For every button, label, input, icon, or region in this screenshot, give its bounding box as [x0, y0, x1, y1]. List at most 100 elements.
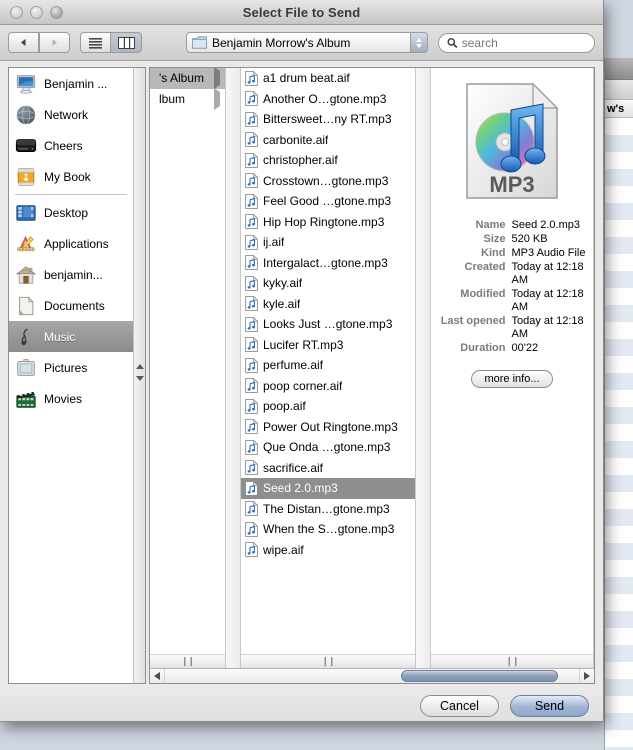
- list-item[interactable]: Intergalact…gtone.mp3: [241, 253, 415, 274]
- audio-file-icon: [245, 255, 258, 271]
- column-3-resize-handle[interactable]: ❙❙: [241, 654, 415, 668]
- list-item[interactable]: Crosstown…gtone.mp3: [241, 171, 415, 192]
- list-item[interactable]: The Distan…gtone.mp3: [241, 499, 415, 520]
- list-item[interactable]: poop.aif: [241, 396, 415, 417]
- list-item[interactable]: poop corner.aif: [241, 376, 415, 397]
- back-button[interactable]: [8, 32, 39, 53]
- folder-label: lbum: [159, 91, 186, 106]
- list-item[interactable]: christopher.aif: [241, 150, 415, 171]
- sidebar-item-pictures[interactable]: Pictures: [9, 352, 133, 383]
- list-item[interactable]: carbonite.aif: [241, 130, 415, 151]
- info-key: Last opened: [440, 315, 506, 327]
- list-item[interactable]: Hip Hop Ringtone.mp3: [241, 212, 415, 233]
- info-value: Today at 12:18 AM: [511, 261, 584, 286]
- list-item[interactable]: Another O…gtone.mp3: [241, 89, 415, 110]
- browser-column-4-scroll[interactable]: [416, 68, 431, 668]
- list-item[interactable]: Power Out Ringtone.mp3: [241, 417, 415, 438]
- list-view-icon: [89, 37, 102, 49]
- list-item[interactable]: sacrifice.aif: [241, 458, 415, 479]
- info-key: Name: [475, 219, 506, 231]
- zoom-button[interactable]: [50, 5, 63, 19]
- sidebar-item-my-book[interactable]: My Book: [9, 161, 133, 192]
- scroll-thumb[interactable]: [400, 670, 559, 682]
- info-key: Size: [483, 233, 506, 245]
- path-popup-label: Benjamin Morrow's Album: [212, 35, 351, 50]
- cancel-button[interactable]: Cancel: [420, 695, 499, 717]
- sidebar-item-desktop[interactable]: Desktop: [9, 197, 133, 228]
- sidebar-item-label: Pictures: [44, 360, 88, 375]
- list-item[interactable]: Looks Just …gtone.mp3: [241, 314, 415, 335]
- list-item[interactable]: kyle.aif: [241, 294, 415, 315]
- more-info-wrapper: more info...: [431, 370, 593, 388]
- sidebar-item-music[interactable]: Music: [9, 321, 133, 352]
- info-row: Modified Today at 12:18 AM: [433, 288, 592, 314]
- audio-file-icon: [245, 398, 258, 414]
- column-view-button[interactable]: [111, 32, 142, 53]
- sidebar-item-network[interactable]: Network: [9, 99, 133, 130]
- desktop-background: w's Select File to Send Benjamin Morrow'…: [0, 0, 633, 750]
- send-button[interactable]: Send: [510, 695, 589, 717]
- sidebar-item-home[interactable]: benjamin...: [9, 259, 133, 290]
- info-key: Kind: [481, 247, 506, 259]
- forward-button[interactable]: [39, 32, 70, 53]
- popup-arrows-icon: [410, 33, 427, 52]
- list-item[interactable]: Que Onda …gtone.mp3: [241, 437, 415, 458]
- list-item[interactable]: kyky.aif: [241, 273, 415, 294]
- file-name: perfume.aif: [263, 358, 324, 373]
- sidebar-scrollbar[interactable]: [133, 67, 146, 684]
- preview-pane: MP3 Name Seed 2.0.mp3 Size 520 KB Kind MP3 Au…: [431, 68, 594, 668]
- window-controls: [10, 5, 63, 19]
- sidebar-item-applications[interactable]: Applications: [9, 228, 133, 259]
- audio-file-icon: [245, 419, 258, 435]
- list-item[interactable]: wipe.aif: [241, 540, 415, 561]
- list-item[interactable]: perfume.aif: [241, 355, 415, 376]
- list-item[interactable]: a1 drum beat.aif: [241, 68, 415, 89]
- pictures-icon: [17, 358, 35, 376]
- scroll-left-arrow[interactable]: [150, 669, 165, 683]
- browser-column-2-scroll[interactable]: [226, 68, 241, 668]
- search-input[interactable]: [461, 35, 586, 50]
- folder-icon: [192, 36, 207, 49]
- close-button[interactable]: [10, 5, 23, 19]
- file-name: Seed 2.0.mp3: [263, 481, 338, 496]
- list-item[interactable]: 's Album: [150, 68, 225, 90]
- more-info-button[interactable]: more info...: [471, 370, 553, 388]
- scroll-right-arrow[interactable]: [579, 669, 594, 683]
- sidebar-item-documents[interactable]: Documents: [9, 290, 133, 321]
- sidebar-item-benjamin-computer[interactable]: Benjamin ...: [9, 68, 133, 99]
- list-item[interactable]: ij.aif: [241, 232, 415, 253]
- sidebar-item-cheers[interactable]: Cheers: [9, 130, 133, 161]
- info-row: Name Seed 2.0.mp3: [433, 219, 592, 232]
- browser-column-3[interactable]: a1 drum beat.aif Another O…gtone.mp3 Bitte…: [241, 68, 416, 668]
- search-icon: [447, 37, 458, 48]
- preview-resize-handle[interactable]: ❙❙: [431, 654, 593, 668]
- background-window[interactable]: w's: [604, 58, 633, 750]
- browser-horizontal-scrollbar[interactable]: [150, 668, 594, 683]
- audio-file-icon: [245, 111, 258, 127]
- list-view-button[interactable]: [80, 32, 111, 53]
- sidebar-item-movies[interactable]: Movies: [9, 383, 133, 414]
- list-item[interactable]: lbum: [150, 87, 225, 110]
- search-field[interactable]: [438, 32, 595, 53]
- file-list: a1 drum beat.aif Another O…gtone.mp3 Bitte…: [241, 68, 415, 560]
- sidebar-scroll-up-arrow[interactable]: [134, 360, 145, 372]
- sidebar-item-label: Movies: [44, 391, 83, 406]
- list-item[interactable]: Lucifer RT.mp3: [241, 335, 415, 356]
- sidebar-scroll-down-arrow[interactable]: [134, 372, 145, 384]
- minimize-button[interactable]: [30, 5, 43, 19]
- background-window-toolbar: [605, 80, 633, 100]
- scroll-track[interactable]: [165, 669, 579, 683]
- list-item[interactable]: Feel Good …gtone.mp3: [241, 191, 415, 212]
- dialog-titlebar[interactable]: Select File to Send: [0, 0, 603, 25]
- window-title: Select File to Send: [242, 4, 361, 20]
- select-file-dialog: Select File to Send Benjamin Morrow's Al…: [0, 0, 604, 722]
- background-window-rows: [605, 118, 633, 750]
- column-1-resize-handle[interactable]: ❙❙: [150, 654, 225, 668]
- list-item[interactable]: Bittersweet…ny RT.mp3: [241, 109, 415, 130]
- list-item[interactable]: When the S…gtone.mp3: [241, 519, 415, 540]
- list-item[interactable]: Seed 2.0.mp3: [241, 478, 415, 499]
- browser-column-1[interactable]: 's Album lbum ❙❙: [150, 68, 226, 668]
- path-popup-button[interactable]: Benjamin Morrow's Album: [186, 32, 428, 53]
- info-value: Seed 2.0.mp3: [511, 219, 581, 231]
- file-name: Looks Just …gtone.mp3: [263, 317, 393, 332]
